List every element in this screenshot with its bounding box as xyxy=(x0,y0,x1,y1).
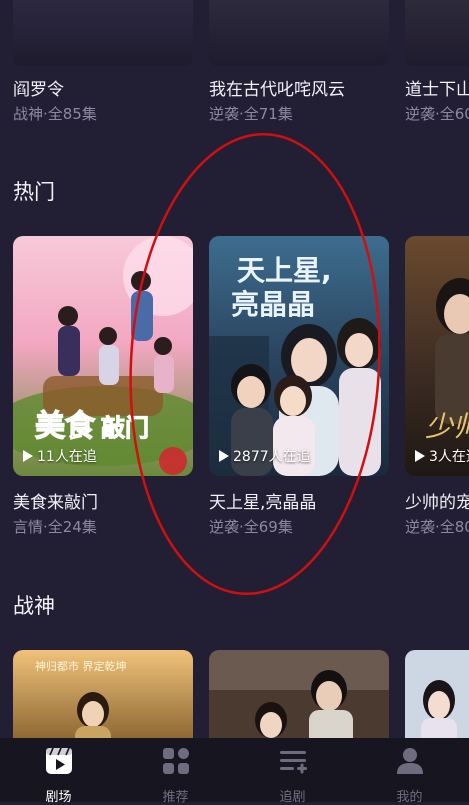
card-title[interactable]: 少帅的宠妻 xyxy=(405,488,469,513)
drama-card[interactable]: 阎罗令 战神·全85集 xyxy=(13,0,193,128)
poster-art: 天上星, 亮晶晶 xyxy=(209,236,389,476)
drama-card[interactable] xyxy=(209,650,389,738)
tab-label: 推荐 xyxy=(162,790,189,805)
tab-recommend[interactable]: 推荐 xyxy=(117,738,234,805)
card-title[interactable]: 美食来敲门 xyxy=(13,488,98,513)
poster-art xyxy=(209,650,389,738)
poster-tagline: 神归都市 界定乾坤 xyxy=(35,659,127,673)
hot-row: 美食 敲门 11人在追 美食来敲门 言情·全24集 天上星, 亮晶晶 2877人… xyxy=(0,236,469,536)
grid-icon xyxy=(162,748,189,774)
poster-title-art: 少帅 xyxy=(425,410,469,443)
section-title-hot: 热门 xyxy=(13,180,55,204)
poster-title-art: 天上星, xyxy=(237,254,332,287)
war-row: 神归都市 界定乾坤 xyxy=(0,650,469,738)
drama-card[interactable]: 少帅 3人在追 少帅的宠妻 逆袭·全80集 xyxy=(405,236,469,536)
card-title[interactable]: 道士下山 xyxy=(405,75,469,100)
watching-count: 2877人在追 xyxy=(219,446,311,466)
section-title-war: 战神 xyxy=(13,594,55,618)
card-poster[interactable]: 少帅 3人在追 xyxy=(405,236,469,476)
drama-card[interactable]: 天上星, 亮晶晶 2877人在追 天上星,亮晶晶 逆袭·全69集 xyxy=(209,236,389,536)
card-poster[interactable]: 美食 敲门 11人在追 xyxy=(13,236,193,476)
card-poster[interactable] xyxy=(209,0,389,66)
watching-count: 3人在追 xyxy=(415,446,469,466)
poster-art xyxy=(405,650,469,738)
tab-following[interactable]: 追剧 xyxy=(234,738,351,805)
card-poster[interactable]: 神归都市 界定乾坤 xyxy=(13,650,193,738)
list-add-icon xyxy=(279,751,307,774)
watching-count: 11人在追 xyxy=(23,446,97,466)
play-icon xyxy=(23,450,33,462)
card-poster[interactable] xyxy=(209,650,389,738)
tab-theater[interactable]: 剧场 xyxy=(0,738,117,805)
card-meta: 逆袭·全80集 xyxy=(405,518,469,536)
poster-art: 神归都市 界定乾坤 xyxy=(13,650,193,738)
card-title[interactable]: 天上星,亮晶晶 xyxy=(209,488,316,513)
top-row: 阎罗令 战神·全85集 我在古代叱咤风云 逆袭·全71集 道士下山 逆袭·全60… xyxy=(0,0,469,128)
person-icon xyxy=(396,748,423,774)
play-icon xyxy=(219,450,229,462)
card-title[interactable]: 我在古代叱咤风云 xyxy=(209,75,345,100)
drama-card[interactable] xyxy=(405,650,469,738)
tab-profile[interactable]: 我的 xyxy=(351,738,468,805)
tab-label: 我的 xyxy=(396,790,423,805)
card-title[interactable]: 阎罗令 xyxy=(13,75,64,100)
card-meta: 言情·全24集 xyxy=(13,518,97,536)
clapper-icon xyxy=(45,747,72,774)
card-poster[interactable]: 天上星, 亮晶晶 2877人在追 xyxy=(209,236,389,476)
card-meta: 逆袭·全69集 xyxy=(209,518,293,536)
card-meta: 逆袭·全60集 xyxy=(405,105,469,123)
drama-card[interactable]: 神归都市 界定乾坤 xyxy=(13,650,193,738)
card-poster[interactable] xyxy=(405,0,469,66)
svg-text:亮晶晶: 亮晶晶 xyxy=(231,288,315,321)
poster-art: 少帅 xyxy=(405,236,469,476)
card-poster[interactable] xyxy=(13,0,193,66)
tab-label: 追剧 xyxy=(279,790,306,805)
play-icon xyxy=(415,450,425,462)
card-poster[interactable] xyxy=(405,650,469,738)
drama-card[interactable]: 道士下山 逆袭·全60集 xyxy=(405,0,469,128)
drama-card[interactable]: 美食 敲门 11人在追 美食来敲门 言情·全24集 xyxy=(13,236,193,536)
bottom-tab-bar: 剧场 推荐 追剧 我的 xyxy=(0,738,469,805)
card-meta: 战神·全85集 xyxy=(13,105,97,123)
poster-art: 美食 敲门 xyxy=(13,236,193,476)
tab-label: 剧场 xyxy=(45,790,72,805)
drama-card[interactable]: 我在古代叱咤风云 逆袭·全71集 xyxy=(209,0,389,128)
card-meta: 逆袭·全71集 xyxy=(209,105,293,123)
